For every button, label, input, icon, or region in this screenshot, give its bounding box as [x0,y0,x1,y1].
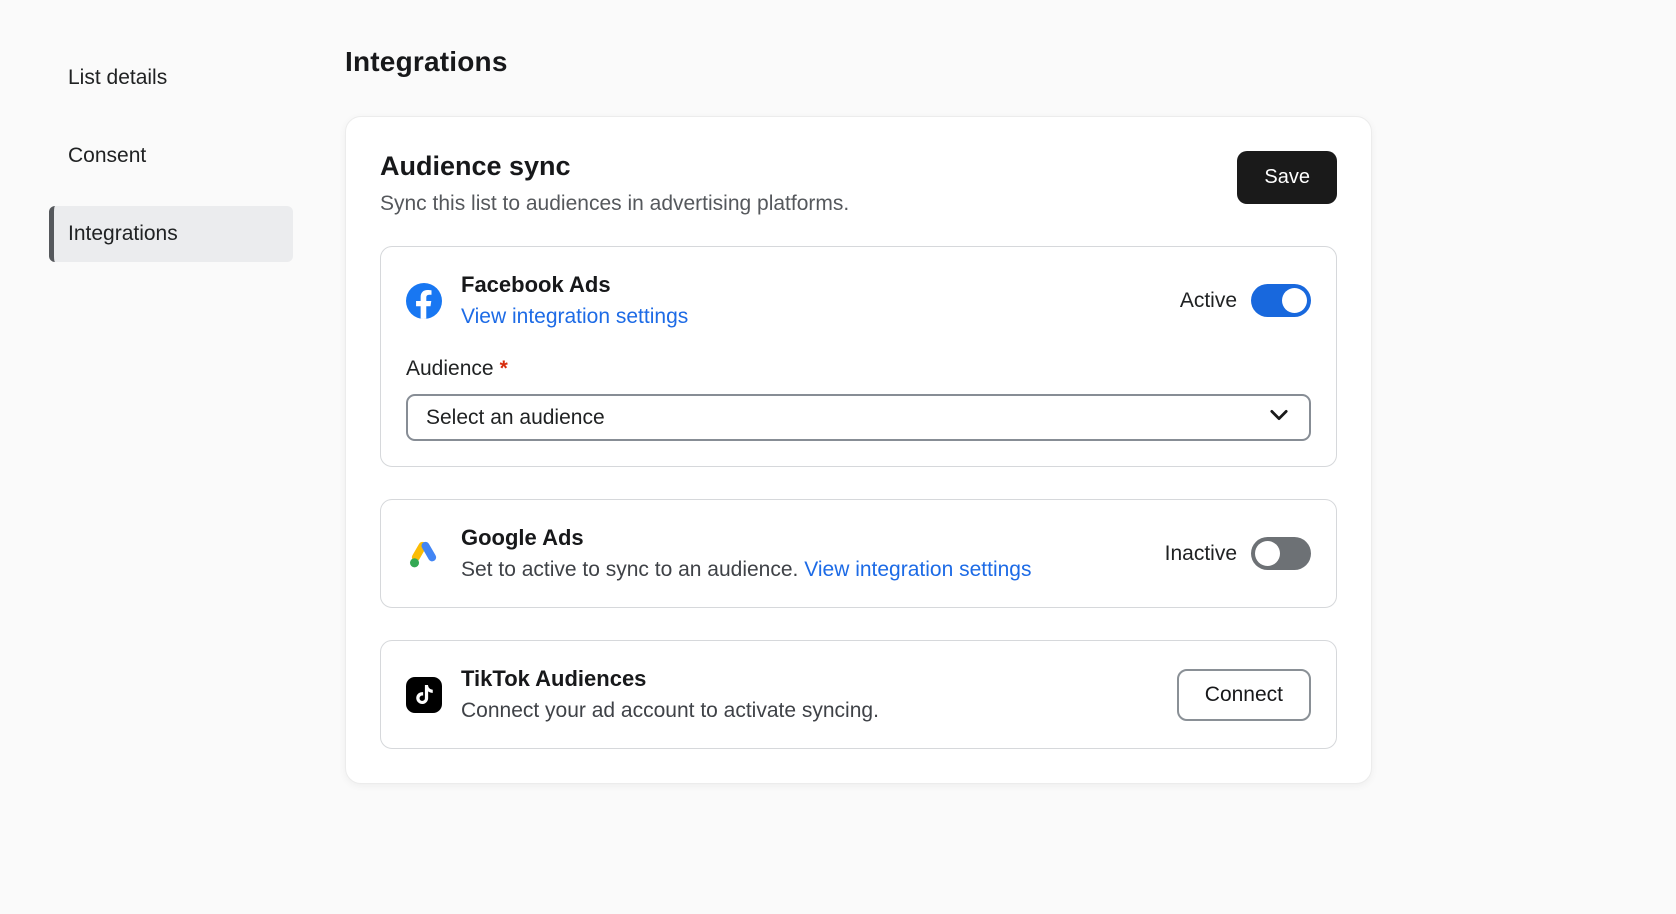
google-ads-name: Google Ads [461,525,1031,551]
toggle-knob [1282,288,1307,313]
facebook-status-label: Active [1180,289,1237,313]
sidebar-item-integrations[interactable]: Integrations [49,206,293,262]
toggle-knob [1255,541,1280,566]
tiktok-sub: Connect your ad account to activate sync… [461,699,879,723]
google-active-toggle[interactable] [1251,537,1311,570]
facebook-ads-sub: View integration settings [461,305,688,329]
google-ads-icon [406,536,442,572]
audience-select-value: Select an audience [426,406,605,430]
main-content: Integrations Audience sync Sync this lis… [345,0,1372,914]
sidebar-item-list-details[interactable]: List details [49,50,293,106]
chevron-down-icon [1267,403,1291,433]
google-ads-info: Google Ads Set to active to sync to an a… [406,525,1031,582]
audience-field-label: Audience [406,357,494,380]
google-ads-controls: Inactive [1165,537,1311,570]
required-asterisk: * [500,357,508,380]
facebook-icon [406,283,442,319]
audience-field: Audience * Select an audience [406,357,1311,441]
card-subtitle: Sync this list to audiences in advertisi… [380,192,849,216]
tiktok-controls: Connect [1177,669,1311,721]
tiktok-info: TikTok Audiences Connect your ad account… [406,666,879,723]
tiktok-description: Connect your ad account to activate sync… [461,699,879,722]
facebook-ads-controls: Active [1180,284,1311,317]
page-title: Integrations [345,46,1372,78]
audience-field-label-row: Audience * [406,357,1311,381]
facebook-ads-name: Facebook Ads [461,272,688,298]
card-header-text: Audience sync Sync this list to audience… [380,151,849,216]
facebook-ads-section: Facebook Ads View integration settings A… [380,246,1337,467]
facebook-ads-row: Facebook Ads View integration settings A… [406,272,1311,329]
google-status-label: Inactive [1165,542,1237,566]
card-header: Audience sync Sync this list to audience… [380,151,1337,216]
save-button[interactable]: Save [1237,151,1337,204]
facebook-active-toggle[interactable] [1251,284,1311,317]
audience-sync-card: Audience sync Sync this list to audience… [345,116,1372,784]
google-ads-description: Set to active to sync to an audience. [461,558,798,581]
google-ads-section: Google Ads Set to active to sync to an a… [380,499,1337,608]
tiktok-text: TikTok Audiences Connect your ad account… [461,666,879,723]
sidebar-item-consent[interactable]: Consent [49,128,293,184]
audience-select[interactable]: Select an audience [406,394,1311,441]
tiktok-section: TikTok Audiences Connect your ad account… [380,640,1337,749]
page: List details Consent Integrations Integr… [0,0,1676,914]
tiktok-row: TikTok Audiences Connect your ad account… [406,666,1311,723]
google-ads-sub: Set to active to sync to an audience. Vi… [461,558,1031,582]
card-title: Audience sync [380,151,849,182]
google-ads-text: Google Ads Set to active to sync to an a… [461,525,1031,582]
tiktok-icon [406,677,442,713]
google-ads-row: Google Ads Set to active to sync to an a… [406,525,1311,582]
tiktok-name: TikTok Audiences [461,666,879,692]
google-view-integration-settings-link[interactable]: View integration settings [804,558,1031,581]
facebook-ads-info: Facebook Ads View integration settings [406,272,688,329]
facebook-ads-text: Facebook Ads View integration settings [461,272,688,329]
connect-button[interactable]: Connect [1177,669,1311,721]
sidebar: List details Consent Integrations [0,0,345,914]
facebook-view-integration-settings-link[interactable]: View integration settings [461,305,688,328]
